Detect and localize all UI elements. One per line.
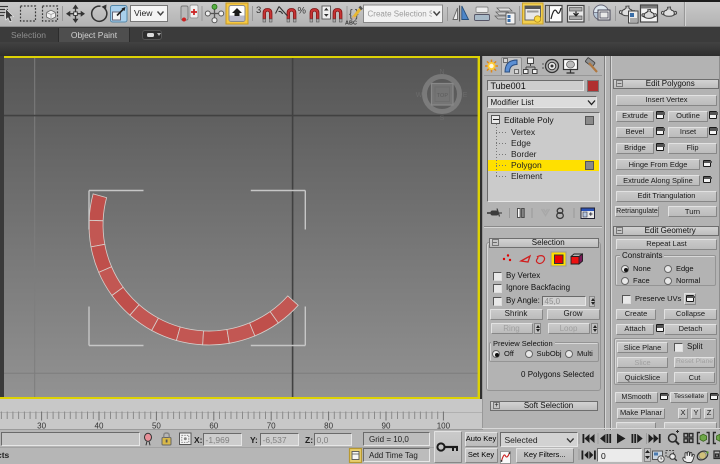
svg-text:E: E bbox=[463, 92, 468, 99]
svg-text:N: N bbox=[439, 69, 444, 76]
svg-text:S: S bbox=[440, 115, 445, 122]
svg-text:TOP: TOP bbox=[437, 93, 449, 99]
svg-text:W: W bbox=[416, 92, 423, 99]
svg-text:%: % bbox=[298, 6, 307, 17]
